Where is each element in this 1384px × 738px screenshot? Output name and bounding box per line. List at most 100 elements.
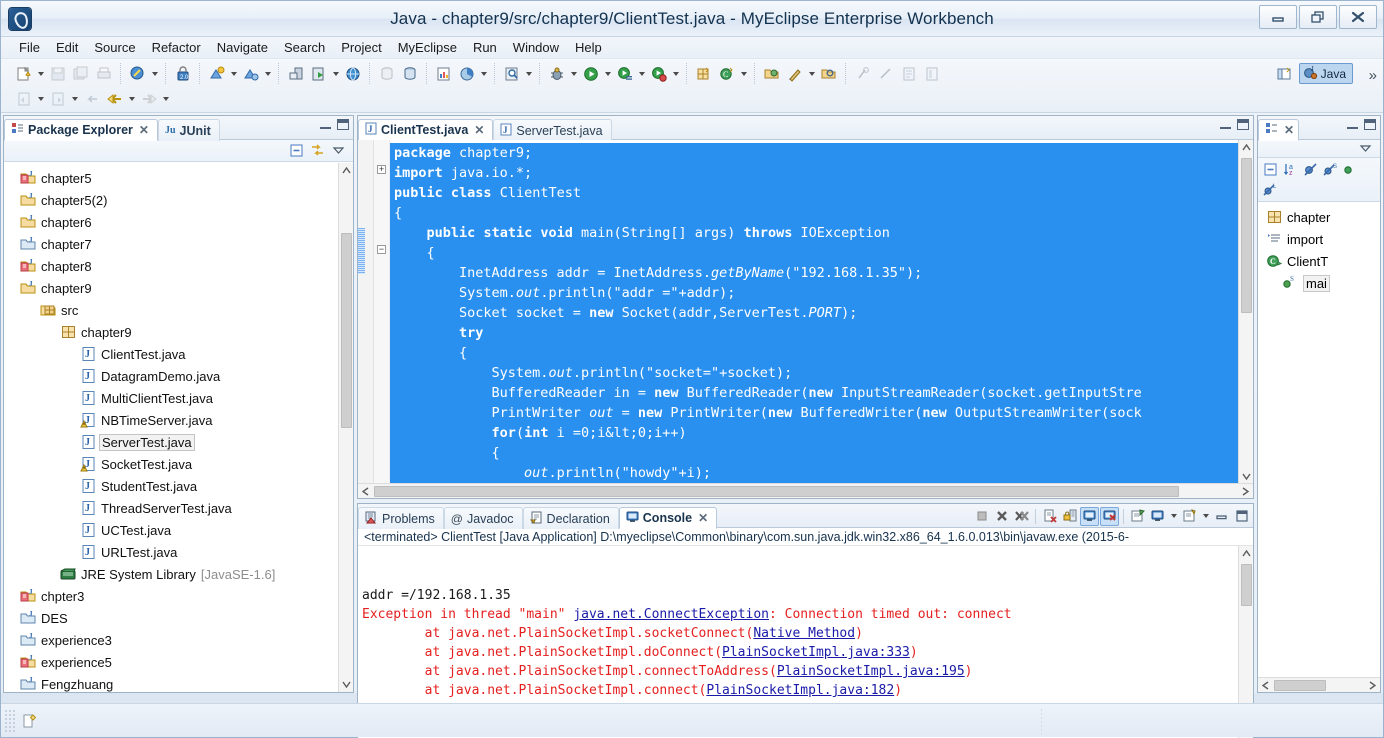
menu-search[interactable]: Search <box>276 38 333 57</box>
tree-item-src[interactable]: src <box>4 299 353 321</box>
run-server-icon[interactable] <box>308 63 329 84</box>
close-icon[interactable]: ✕ <box>698 511 708 525</box>
view-menu-icon[interactable] <box>330 142 347 159</box>
debug-icon[interactable] <box>546 63 567 84</box>
new-class-icon[interactable]: C <box>716 63 737 84</box>
fold-collapse-icon[interactable]: − <box>377 245 386 254</box>
tab-servertest-java[interactable]: J ServerTest.java <box>493 119 612 141</box>
stacktrace-link[interactable]: PlainSocketImpl.java:182 <box>706 683 894 698</box>
outline-item-mai[interactable]: Smai <box>1258 272 1380 294</box>
package-explorer-tree[interactable]: Jchapter5 Jchapter5(2) Jchapter6 Jchapter7 J… <box>4 162 353 692</box>
tree-item-chapter8[interactable]: Jchapter8 <box>4 255 353 277</box>
tab-problems[interactable]: Problems <box>358 507 444 529</box>
show-console-on-output-icon[interactable] <box>1080 506 1099 526</box>
run-history-icon[interactable] <box>614 63 635 84</box>
scroll-down-icon[interactable] <box>339 677 354 692</box>
tab-declaration[interactable]: Declaration <box>522 507 619 529</box>
redo-dropdown-arrow[interactable] <box>69 89 80 109</box>
maximize-icon[interactable] <box>1237 119 1249 130</box>
link-with-editor-icon[interactable] <box>309 142 326 159</box>
tree-item-jre-system-library[interactable]: JRE System Library [JavaSE-1.6] <box>4 563 353 585</box>
tab-outline[interactable]: ✕ <box>1258 119 1300 141</box>
deployment-icon[interactable] <box>240 63 261 84</box>
undo-dropdown-arrow[interactable] <box>35 89 46 109</box>
tree-item-fengzhuang[interactable]: J Fengzhuang <box>4 673 353 692</box>
scroll-lock-icon[interactable] <box>1060 507 1079 526</box>
collapse-all-icon[interactable] <box>288 142 305 159</box>
new-wizard-icon[interactable] <box>13 63 34 84</box>
close-icon[interactable]: ✕ <box>1284 123 1294 137</box>
new-deployment-icon[interactable] <box>206 63 227 84</box>
stacktrace-link[interactable]: Native Method <box>753 626 855 641</box>
minimize-icon[interactable] <box>1212 507 1231 526</box>
menu-project[interactable]: Project <box>333 38 389 57</box>
tree-item-datagramdemo-java[interactable]: J DatagramDemo.java <box>4 365 353 387</box>
folding-ruler[interactable]: + − <box>374 140 390 483</box>
perspective-java-button[interactable]: J Java <box>1298 63 1353 84</box>
editor-vertical-scrollbar[interactable] <box>1238 140 1253 483</box>
menu-navigate[interactable]: Navigate <box>209 38 276 57</box>
menu-myeclipse[interactable]: MyEclipse <box>390 38 465 57</box>
run-history-dropdown-arrow[interactable] <box>636 64 647 84</box>
hide-fields-icon[interactable] <box>1302 161 1319 178</box>
tree-item-chapter9[interactable]: Jchapter9 <box>4 277 353 299</box>
scrollbar-thumb[interactable] <box>374 486 1179 497</box>
collapse-all-icon[interactable] <box>1262 161 1279 178</box>
tree-item-nbtimeserver-java[interactable]: J NBTimeServer.java <box>4 409 353 431</box>
scroll-down-icon[interactable] <box>1241 469 1251 483</box>
scrollbar-thumb[interactable] <box>341 233 352 428</box>
new-console-dropdown-arrow[interactable] <box>1200 506 1211 526</box>
new-report-icon[interactable] <box>433 63 454 84</box>
tree-item-servertest-java[interactable]: J ServerTest.java <box>4 431 353 453</box>
source-code[interactable]: package chapter9; import java.io.*; public… <box>390 140 1238 483</box>
tree-item-chapter5[interactable]: Jchapter5 <box>4 167 353 189</box>
view-menu-icon[interactable] <box>1357 140 1374 157</box>
report-dropdown-arrow[interactable] <box>478 64 489 84</box>
sort-icon[interactable]: az <box>1282 161 1299 178</box>
clear-console-icon[interactable] <box>1040 507 1059 526</box>
tree-item-uctest-java[interactable]: J UCTest.java <box>4 519 353 541</box>
outline-horizontal-scrollbar[interactable] <box>1258 677 1380 692</box>
hide-static-icon[interactable]: S <box>1322 161 1339 178</box>
tree-item-experience5[interactable]: Jexperience5 <box>4 651 353 673</box>
tab-javadoc[interactable]: @ Javadoc <box>443 507 523 529</box>
close-icon[interactable]: ✕ <box>474 123 484 137</box>
run-icon[interactable] <box>580 63 601 84</box>
menu-edit[interactable]: Edit <box>48 38 86 57</box>
scrollbar-thumb[interactable] <box>1274 680 1326 691</box>
tree-item-chapter5-2[interactable]: Jchapter5(2) <box>4 189 353 211</box>
minimize-icon[interactable] <box>1259 5 1297 29</box>
report-icon[interactable] <box>456 63 477 84</box>
tree-item-chpter3[interactable]: Jchpter3 <box>4 585 353 607</box>
tree-item-clienttest-java[interactable]: J ClientTest.java <box>4 343 353 365</box>
tree-item-sockettest-java[interactable]: J SocketTest.java <box>4 453 353 475</box>
back-dropdown-arrow[interactable] <box>126 89 137 109</box>
tree-item-chapter7[interactable]: Jchapter7 <box>4 233 353 255</box>
tab-console[interactable]: Console ✕ <box>618 507 718 529</box>
maximize-icon[interactable] <box>1232 507 1251 526</box>
tree-item-des[interactable]: J DES <box>4 607 353 629</box>
hide-local-types-icon[interactable]: L <box>1262 181 1279 198</box>
remove-all-terminated-icon[interactable] <box>1012 507 1031 526</box>
back-arrow-icon[interactable] <box>104 88 125 109</box>
browser-icon[interactable] <box>342 63 363 84</box>
scroll-right-icon[interactable] <box>1238 484 1253 499</box>
editor-horizontal-scrollbar[interactable] <box>358 483 1253 498</box>
maximize-icon[interactable] <box>337 119 349 130</box>
new-deployment-dropdown-arrow[interactable] <box>228 64 239 84</box>
search-icon-tb[interactable] <box>501 63 522 84</box>
open-perspective-icon[interactable] <box>1274 63 1295 84</box>
security-2.0-icon[interactable]: 2.0 <box>172 63 193 84</box>
scroll-left-icon[interactable] <box>358 484 373 499</box>
stacktrace-link[interactable]: PlainSocketImpl.java:333 <box>722 645 910 660</box>
forward-dropdown-arrow[interactable] <box>160 89 171 109</box>
outline-item-chapter[interactable]: chapter <box>1258 206 1380 228</box>
quick-fix-dropdown-arrow[interactable] <box>806 64 817 84</box>
scrollbar-thumb[interactable] <box>1241 158 1252 313</box>
myeclipse-icon-tb[interactable] <box>127 63 148 84</box>
search-dropdown-arrow[interactable] <box>523 64 534 84</box>
menu-refactor[interactable]: Refactor <box>144 38 209 57</box>
run-dropdown-arrow[interactable] <box>602 64 613 84</box>
display-selected-console-icon[interactable] <box>1148 507 1167 526</box>
display-dropdown-arrow[interactable] <box>1168 506 1179 526</box>
